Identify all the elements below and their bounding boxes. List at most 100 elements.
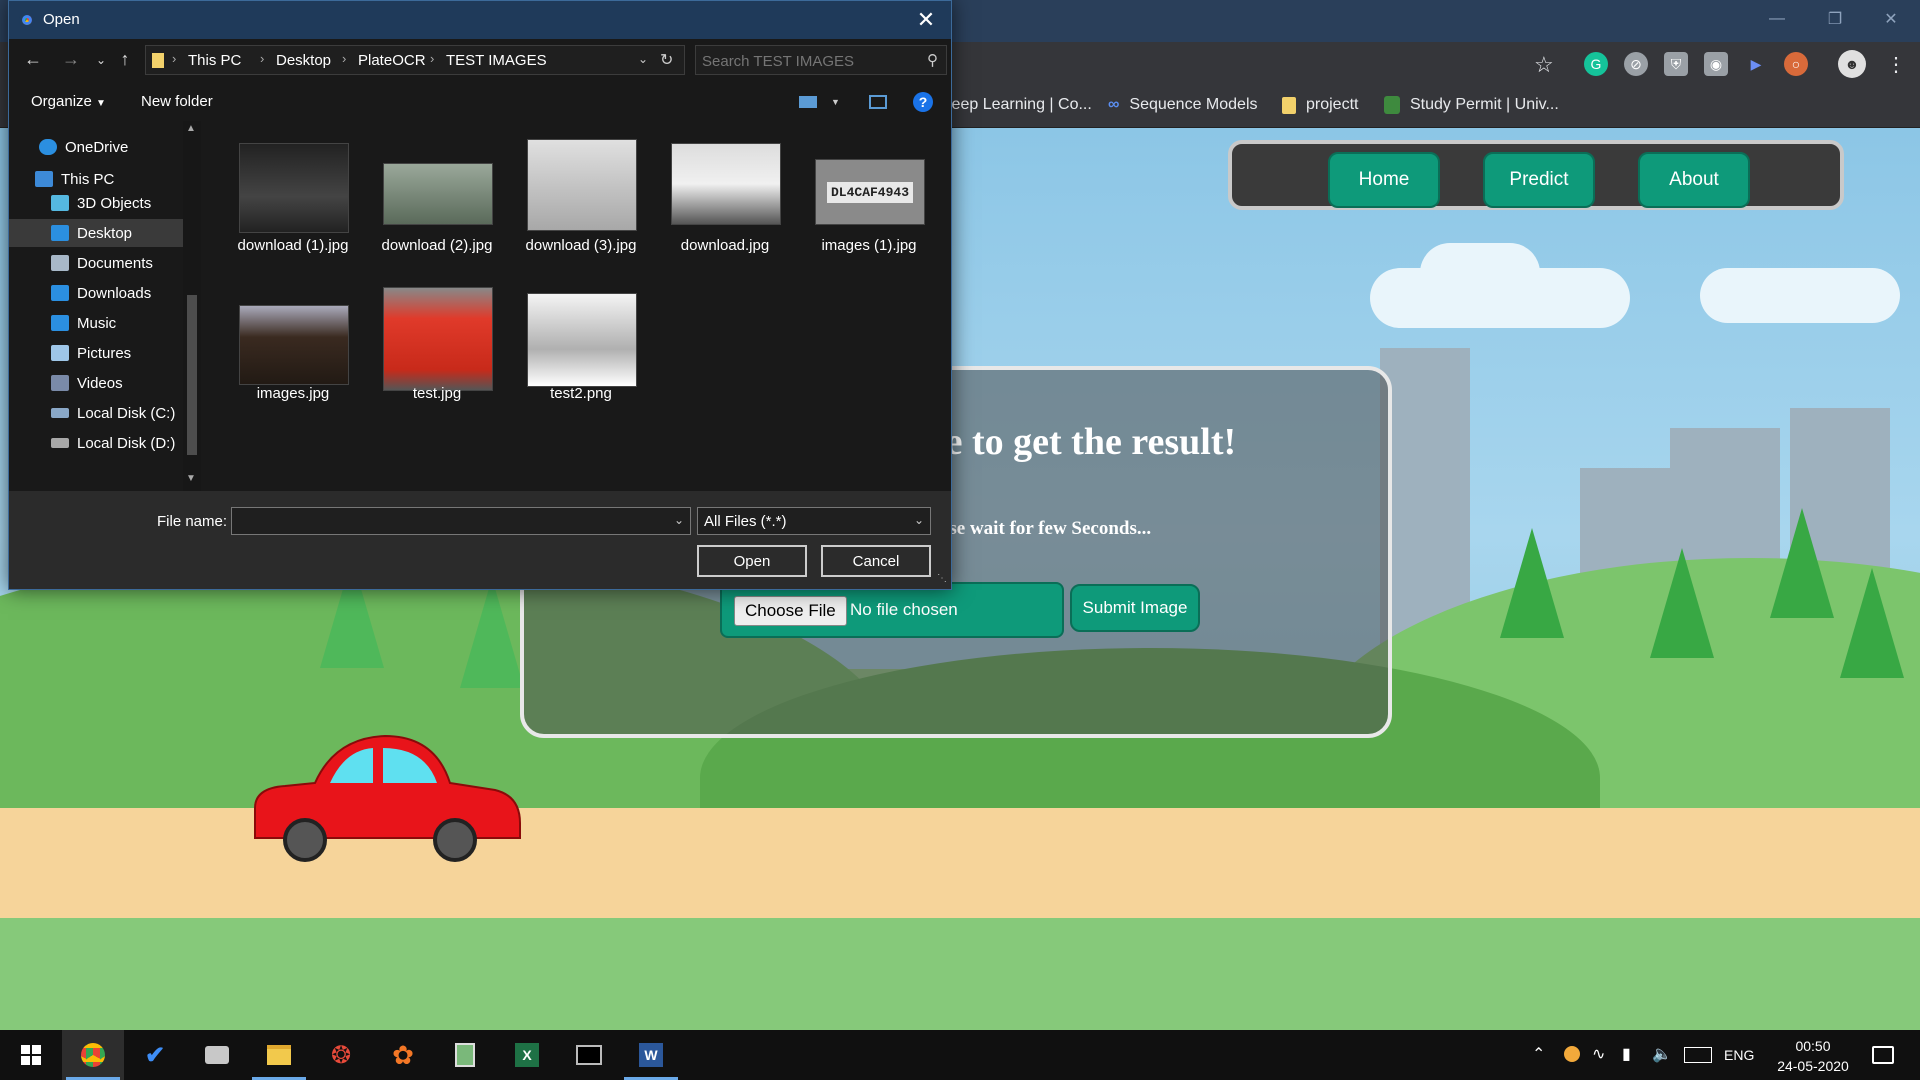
pane-item-3d-objects[interactable]: 3D Objects — [9, 189, 183, 217]
search-box[interactable]: ⚲ — [695, 45, 947, 75]
forward-arrow-icon[interactable]: → — [59, 49, 83, 70]
file-input[interactable]: Choose File No file chosen — [720, 582, 1064, 638]
profile-avatar[interactable]: ☻ — [1838, 50, 1866, 78]
battery-icon[interactable]: ▮ — [1622, 1044, 1631, 1064]
preview-pane-icon[interactable] — [869, 95, 887, 109]
dialog-close-button[interactable]: ✕ — [911, 7, 941, 33]
nav-about-button[interactable]: About — [1638, 152, 1750, 208]
pane-item-local-disk-c[interactable]: Local Disk (C:) — [9, 399, 183, 427]
file-item[interactable]: download (3).jpg — [503, 139, 643, 283]
file-item[interactable]: images.jpg — [215, 291, 355, 431]
cursor-extension-icon[interactable]: ▶ — [1744, 52, 1768, 76]
extension-icon[interactable]: ○ — [1784, 52, 1808, 76]
pane-item-label: Desktop — [77, 224, 133, 242]
view-dropdown-icon[interactable]: ▼ — [831, 97, 840, 107]
scroll-up-icon[interactable]: ▲ — [186, 123, 196, 134]
pane-item-downloads[interactable]: Downloads — [9, 279, 183, 307]
pane-item-videos[interactable]: Videos — [9, 369, 183, 397]
chevron-down-icon[interactable]: ⌄ — [674, 513, 684, 527]
help-icon[interactable]: ? — [913, 92, 933, 112]
taskbar-app[interactable] — [434, 1030, 496, 1080]
taskbar-chrome[interactable] — [62, 1030, 124, 1080]
start-button[interactable] — [0, 1030, 62, 1080]
dialog-title: Open — [43, 11, 80, 28]
taskbar-jupyter[interactable]: ✿ — [372, 1030, 434, 1080]
bookmark-sequence-models[interactable]: ∞ Sequence Models — [1108, 96, 1258, 114]
block-extension-icon[interactable]: ⊘ — [1624, 52, 1648, 76]
keyboard-icon[interactable] — [1684, 1047, 1712, 1063]
file-type-select[interactable]: All Files (*.*) ⌄ — [697, 507, 931, 535]
taskbar-scanner[interactable] — [186, 1030, 248, 1080]
restore-button[interactable]: ❐ — [1806, 0, 1864, 38]
breadcrumb-plateocr[interactable]: PlateOCR — [358, 52, 426, 69]
file-name: download (1).jpg — [237, 237, 349, 254]
address-bar[interactable]: › This PC › Desktop › PlateOCR › TEST IM… — [145, 45, 685, 75]
file-item[interactable]: download.jpg — [647, 143, 787, 283]
file-item[interactable]: test2.png — [503, 291, 643, 431]
close-window-button[interactable]: ✕ — [1862, 0, 1920, 38]
clock-time: 00:50 — [1795, 1038, 1831, 1054]
pane-item-music[interactable]: Music — [9, 309, 183, 337]
grammarly-icon[interactable]: G — [1584, 52, 1608, 76]
volume-icon[interactable]: 🔈 — [1652, 1044, 1672, 1064]
back-arrow-icon[interactable]: ← — [21, 49, 45, 70]
more-menu-icon[interactable]: ⋮ — [1886, 52, 1906, 77]
bookmark-projectt[interactable]: projectt — [1282, 96, 1358, 114]
change-view-icon[interactable] — [799, 96, 817, 108]
breadcrumb-this-pc[interactable]: This PC — [188, 52, 241, 69]
new-folder-button[interactable]: New folder — [141, 93, 213, 110]
search-input[interactable] — [702, 51, 912, 71]
show-hidden-icons-chevron-icon[interactable]: ⌃ — [1532, 1044, 1545, 1064]
wifi-icon[interactable]: ∿ — [1592, 1044, 1605, 1064]
file-item[interactable]: download (1).jpg — [215, 143, 355, 283]
language-indicator[interactable]: ENG — [1724, 1047, 1754, 1063]
shield-icon[interactable]: ⛨ — [1664, 52, 1688, 76]
file-item[interactable]: download (2).jpg — [359, 143, 499, 283]
resize-grip-icon[interactable]: ⋱ — [937, 573, 947, 584]
tray-app-icon[interactable] — [1564, 1046, 1580, 1062]
taskbar-excel[interactable]: X — [496, 1030, 558, 1080]
3d-objects-icon — [51, 195, 69, 211]
choose-file-button[interactable]: Choose File — [734, 596, 847, 626]
breadcrumb-test-images[interactable]: TEST IMAGES — [446, 52, 547, 69]
organize-menu[interactable]: Organize ▼ — [31, 93, 106, 110]
bookmark-star-icon[interactable]: ☆ — [1534, 52, 1554, 78]
navigation-pane-scrollbar[interactable]: ▲ ▼ — [183, 121, 201, 491]
bookmark-study-permit-label: Study Permit | Univ... — [1410, 96, 1559, 113]
minimize-button[interactable]: — — [1748, 0, 1806, 38]
red-car-illustration — [254, 734, 521, 862]
file-item[interactable]: DL4CAF4943 images (1).jpg — [791, 143, 931, 283]
scrollbar-thumb[interactable] — [187, 295, 197, 455]
clock[interactable]: 00:50 24-05-2020 — [1768, 1036, 1858, 1076]
recent-locations-chevron-icon[interactable]: ⌄ — [89, 53, 113, 67]
up-folder-arrow-icon[interactable]: ↑ — [113, 49, 137, 70]
camera-icon[interactable]: ◉ — [1704, 52, 1728, 76]
notification-center-icon[interactable] — [1872, 1046, 1894, 1064]
cancel-button[interactable]: Cancel — [821, 545, 931, 577]
file-item[interactable]: test.jpg — [359, 287, 499, 431]
breadcrumb-desktop[interactable]: Desktop — [276, 52, 331, 69]
pane-item-pictures[interactable]: Pictures — [9, 339, 183, 367]
scroll-down-icon[interactable]: ▼ — [186, 473, 196, 484]
taskbar-word[interactable]: W — [620, 1030, 682, 1080]
file-name-input[interactable]: ⌄ — [231, 507, 691, 535]
nav-home-button[interactable]: Home — [1328, 152, 1440, 208]
taskbar-terminal[interactable] — [558, 1030, 620, 1080]
submit-image-button[interactable]: Submit Image — [1070, 584, 1200, 632]
refresh-icon[interactable]: ↻ — [660, 50, 673, 70]
taskbar-file-explorer[interactable] — [248, 1030, 310, 1080]
address-dropdown-icon[interactable]: ⌄ — [638, 52, 648, 66]
taskbar-todo[interactable]: ✔ — [124, 1030, 186, 1080]
pane-item-label: Documents — [77, 254, 153, 272]
open-button[interactable]: Open — [697, 545, 807, 577]
bookmark-study-permit[interactable]: Study Permit | Univ... — [1384, 96, 1559, 114]
search-icon[interactable]: ⚲ — [927, 51, 938, 69]
nav-predict-button[interactable]: Predict — [1483, 152, 1595, 208]
pane-item-documents[interactable]: Documents — [9, 249, 183, 277]
pane-item-local-disk-d[interactable]: Local Disk (D:) — [9, 429, 183, 457]
taskbar-app[interactable]: ❂ — [310, 1030, 372, 1080]
bookmark-deep-learning[interactable]: Deep Learning | Co... — [940, 96, 1092, 114]
tree — [460, 578, 524, 688]
pane-item-onedrive[interactable]: OneDrive — [9, 133, 183, 161]
pane-item-desktop[interactable]: Desktop — [9, 219, 183, 247]
